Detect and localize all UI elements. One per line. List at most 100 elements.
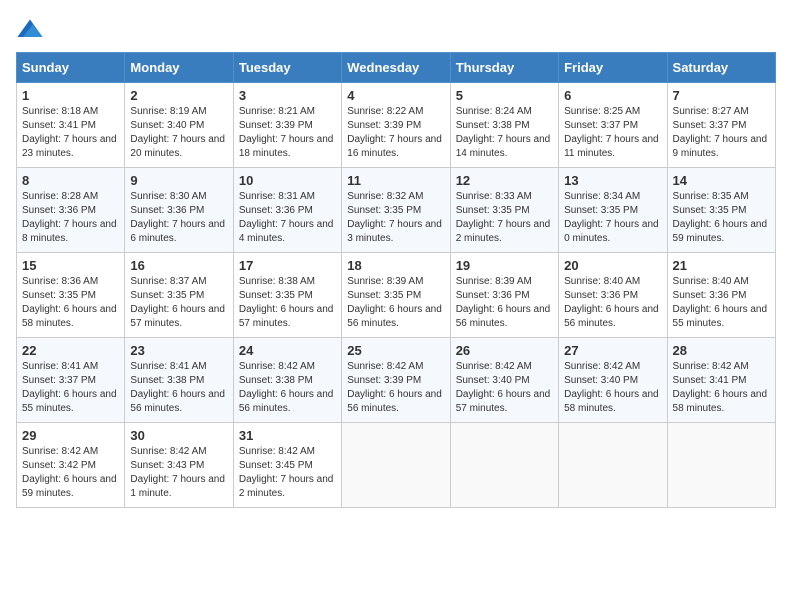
header-sunday: Sunday bbox=[17, 53, 125, 83]
day-cell bbox=[667, 423, 775, 508]
day-cell: 4 Sunrise: 8:22 AMSunset: 3:39 PMDayligh… bbox=[342, 83, 450, 168]
day-cell: 24 Sunrise: 8:42 AMSunset: 3:38 PMDaylig… bbox=[233, 338, 341, 423]
day-info: Sunrise: 8:40 AMSunset: 3:36 PMDaylight:… bbox=[673, 275, 770, 331]
day-info: Sunrise: 8:21 AMSunset: 3:39 PMDaylight:… bbox=[239, 105, 336, 161]
day-info: Sunrise: 8:42 AMSunset: 3:42 PMDaylight:… bbox=[22, 445, 119, 501]
day-info: Sunrise: 8:34 AMSunset: 3:35 PMDaylight:… bbox=[564, 190, 661, 246]
day-info: Sunrise: 8:18 AMSunset: 3:41 PMDaylight:… bbox=[22, 105, 119, 161]
calendar-table: SundayMondayTuesdayWednesdayThursdayFrid… bbox=[16, 52, 776, 508]
day-info: Sunrise: 8:39 AMSunset: 3:36 PMDaylight:… bbox=[456, 275, 553, 331]
header-tuesday: Tuesday bbox=[233, 53, 341, 83]
day-info: Sunrise: 8:38 AMSunset: 3:35 PMDaylight:… bbox=[239, 275, 336, 331]
day-info: Sunrise: 8:27 AMSunset: 3:37 PMDaylight:… bbox=[673, 105, 770, 161]
day-number: 22 bbox=[22, 343, 119, 358]
day-number: 6 bbox=[564, 88, 661, 103]
day-info: Sunrise: 8:24 AMSunset: 3:38 PMDaylight:… bbox=[456, 105, 553, 161]
day-cell bbox=[450, 423, 558, 508]
day-info: Sunrise: 8:33 AMSunset: 3:35 PMDaylight:… bbox=[456, 190, 553, 246]
day-cell: 25 Sunrise: 8:42 AMSunset: 3:39 PMDaylig… bbox=[342, 338, 450, 423]
day-info: Sunrise: 8:41 AMSunset: 3:38 PMDaylight:… bbox=[130, 360, 227, 416]
header-saturday: Saturday bbox=[667, 53, 775, 83]
day-cell: 9 Sunrise: 8:30 AMSunset: 3:36 PMDayligh… bbox=[125, 168, 233, 253]
day-cell: 20 Sunrise: 8:40 AMSunset: 3:36 PMDaylig… bbox=[559, 253, 667, 338]
day-number: 29 bbox=[22, 428, 119, 443]
day-info: Sunrise: 8:32 AMSunset: 3:35 PMDaylight:… bbox=[347, 190, 444, 246]
day-cell: 10 Sunrise: 8:31 AMSunset: 3:36 PMDaylig… bbox=[233, 168, 341, 253]
day-info: Sunrise: 8:42 AMSunset: 3:39 PMDaylight:… bbox=[347, 360, 444, 416]
day-number: 23 bbox=[130, 343, 227, 358]
day-cell: 11 Sunrise: 8:32 AMSunset: 3:35 PMDaylig… bbox=[342, 168, 450, 253]
day-info: Sunrise: 8:35 AMSunset: 3:35 PMDaylight:… bbox=[673, 190, 770, 246]
day-cell: 1 Sunrise: 8:18 AMSunset: 3:41 PMDayligh… bbox=[17, 83, 125, 168]
day-info: Sunrise: 8:37 AMSunset: 3:35 PMDaylight:… bbox=[130, 275, 227, 331]
day-number: 11 bbox=[347, 173, 444, 188]
day-info: Sunrise: 8:25 AMSunset: 3:37 PMDaylight:… bbox=[564, 105, 661, 161]
day-cell: 26 Sunrise: 8:42 AMSunset: 3:40 PMDaylig… bbox=[450, 338, 558, 423]
week-row-2: 8 Sunrise: 8:28 AMSunset: 3:36 PMDayligh… bbox=[17, 168, 776, 253]
day-info: Sunrise: 8:22 AMSunset: 3:39 PMDaylight:… bbox=[347, 105, 444, 161]
day-cell: 13 Sunrise: 8:34 AMSunset: 3:35 PMDaylig… bbox=[559, 168, 667, 253]
header-thursday: Thursday bbox=[450, 53, 558, 83]
header-row: SundayMondayTuesdayWednesdayThursdayFrid… bbox=[17, 53, 776, 83]
logo-icon bbox=[16, 16, 44, 44]
day-cell: 6 Sunrise: 8:25 AMSunset: 3:37 PMDayligh… bbox=[559, 83, 667, 168]
day-number: 2 bbox=[130, 88, 227, 103]
day-number: 27 bbox=[564, 343, 661, 358]
day-cell: 16 Sunrise: 8:37 AMSunset: 3:35 PMDaylig… bbox=[125, 253, 233, 338]
day-cell: 31 Sunrise: 8:42 AMSunset: 3:45 PMDaylig… bbox=[233, 423, 341, 508]
logo bbox=[16, 16, 48, 44]
day-number: 5 bbox=[456, 88, 553, 103]
day-cell: 21 Sunrise: 8:40 AMSunset: 3:36 PMDaylig… bbox=[667, 253, 775, 338]
day-number: 4 bbox=[347, 88, 444, 103]
day-cell: 17 Sunrise: 8:38 AMSunset: 3:35 PMDaylig… bbox=[233, 253, 341, 338]
day-number: 3 bbox=[239, 88, 336, 103]
day-cell: 12 Sunrise: 8:33 AMSunset: 3:35 PMDaylig… bbox=[450, 168, 558, 253]
day-cell: 3 Sunrise: 8:21 AMSunset: 3:39 PMDayligh… bbox=[233, 83, 341, 168]
day-info: Sunrise: 8:42 AMSunset: 3:38 PMDaylight:… bbox=[239, 360, 336, 416]
day-number: 18 bbox=[347, 258, 444, 273]
day-number: 14 bbox=[673, 173, 770, 188]
day-number: 9 bbox=[130, 173, 227, 188]
day-info: Sunrise: 8:42 AMSunset: 3:40 PMDaylight:… bbox=[564, 360, 661, 416]
day-number: 30 bbox=[130, 428, 227, 443]
day-cell: 8 Sunrise: 8:28 AMSunset: 3:36 PMDayligh… bbox=[17, 168, 125, 253]
day-number: 13 bbox=[564, 173, 661, 188]
week-row-4: 22 Sunrise: 8:41 AMSunset: 3:37 PMDaylig… bbox=[17, 338, 776, 423]
day-number: 24 bbox=[239, 343, 336, 358]
day-cell: 19 Sunrise: 8:39 AMSunset: 3:36 PMDaylig… bbox=[450, 253, 558, 338]
header-friday: Friday bbox=[559, 53, 667, 83]
week-row-5: 29 Sunrise: 8:42 AMSunset: 3:42 PMDaylig… bbox=[17, 423, 776, 508]
day-info: Sunrise: 8:42 AMSunset: 3:43 PMDaylight:… bbox=[130, 445, 227, 501]
day-info: Sunrise: 8:40 AMSunset: 3:36 PMDaylight:… bbox=[564, 275, 661, 331]
day-cell: 22 Sunrise: 8:41 AMSunset: 3:37 PMDaylig… bbox=[17, 338, 125, 423]
day-cell: 15 Sunrise: 8:36 AMSunset: 3:35 PMDaylig… bbox=[17, 253, 125, 338]
week-row-3: 15 Sunrise: 8:36 AMSunset: 3:35 PMDaylig… bbox=[17, 253, 776, 338]
day-cell: 14 Sunrise: 8:35 AMSunset: 3:35 PMDaylig… bbox=[667, 168, 775, 253]
day-info: Sunrise: 8:19 AMSunset: 3:40 PMDaylight:… bbox=[130, 105, 227, 161]
day-info: Sunrise: 8:42 AMSunset: 3:45 PMDaylight:… bbox=[239, 445, 336, 501]
day-number: 10 bbox=[239, 173, 336, 188]
day-number: 28 bbox=[673, 343, 770, 358]
day-info: Sunrise: 8:30 AMSunset: 3:36 PMDaylight:… bbox=[130, 190, 227, 246]
header-wednesday: Wednesday bbox=[342, 53, 450, 83]
day-number: 15 bbox=[22, 258, 119, 273]
day-number: 26 bbox=[456, 343, 553, 358]
day-cell: 27 Sunrise: 8:42 AMSunset: 3:40 PMDaylig… bbox=[559, 338, 667, 423]
day-cell: 2 Sunrise: 8:19 AMSunset: 3:40 PMDayligh… bbox=[125, 83, 233, 168]
day-number: 1 bbox=[22, 88, 119, 103]
day-number: 7 bbox=[673, 88, 770, 103]
day-number: 21 bbox=[673, 258, 770, 273]
day-info: Sunrise: 8:42 AMSunset: 3:40 PMDaylight:… bbox=[456, 360, 553, 416]
day-number: 12 bbox=[456, 173, 553, 188]
day-cell: 29 Sunrise: 8:42 AMSunset: 3:42 PMDaylig… bbox=[17, 423, 125, 508]
day-number: 25 bbox=[347, 343, 444, 358]
day-number: 8 bbox=[22, 173, 119, 188]
week-row-1: 1 Sunrise: 8:18 AMSunset: 3:41 PMDayligh… bbox=[17, 83, 776, 168]
day-cell: 5 Sunrise: 8:24 AMSunset: 3:38 PMDayligh… bbox=[450, 83, 558, 168]
day-cell bbox=[559, 423, 667, 508]
header bbox=[16, 16, 776, 44]
day-info: Sunrise: 8:28 AMSunset: 3:36 PMDaylight:… bbox=[22, 190, 119, 246]
day-cell bbox=[342, 423, 450, 508]
day-info: Sunrise: 8:41 AMSunset: 3:37 PMDaylight:… bbox=[22, 360, 119, 416]
day-info: Sunrise: 8:42 AMSunset: 3:41 PMDaylight:… bbox=[673, 360, 770, 416]
